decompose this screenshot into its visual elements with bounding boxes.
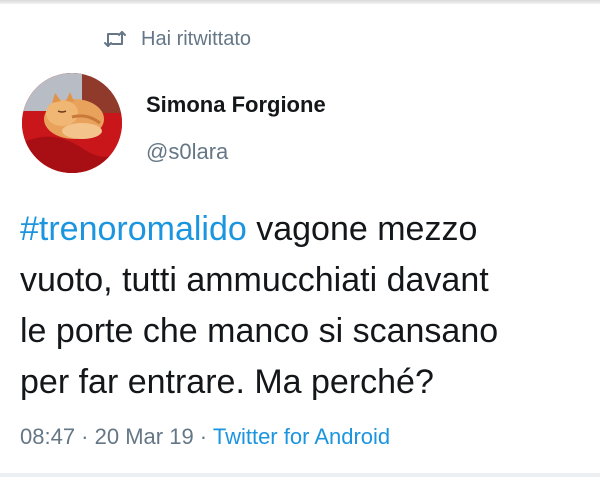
hashtag-link[interactable]: #trenoromalido bbox=[20, 210, 247, 248]
tweet-date: 20 Mar 19 bbox=[94, 424, 194, 449]
meta-separator: · bbox=[75, 424, 95, 449]
author-handle[interactable]: @s0lara bbox=[146, 137, 228, 167]
top-divider bbox=[0, 0, 600, 4]
tweet-line-1-text: vagone mezzo bbox=[246, 210, 478, 248]
retweet-label: Hai ritwittato bbox=[141, 28, 252, 50]
bottom-divider bbox=[0, 473, 600, 477]
tweet-line-4: per far entrare. Ma perché? bbox=[20, 363, 434, 401]
tweet-line-1: #trenoromalido vagone mezzo bbox=[20, 204, 590, 255]
avatar[interactable] bbox=[22, 73, 122, 173]
tweet-line-2: vuoto, tutti ammucchiati davant bbox=[20, 261, 489, 299]
author-name[interactable]: Simona Forgione bbox=[146, 90, 326, 120]
tweet-time: 08:47 bbox=[20, 424, 76, 449]
tweet-text: #trenoromalido vagone mezzo vuoto, tutti… bbox=[20, 204, 590, 408]
meta-separator-2: · bbox=[193, 424, 213, 449]
retweet-context[interactable]: Hai ritwittato bbox=[103, 24, 251, 54]
tweet-meta: 08:47 · 20 Mar 19 · Twitter for Android bbox=[20, 422, 390, 452]
retweet-icon bbox=[103, 29, 127, 49]
tweet-source-link[interactable]: Twitter for Android bbox=[213, 424, 390, 449]
tweet-line-3: le porte che manco si scansano bbox=[20, 312, 499, 350]
